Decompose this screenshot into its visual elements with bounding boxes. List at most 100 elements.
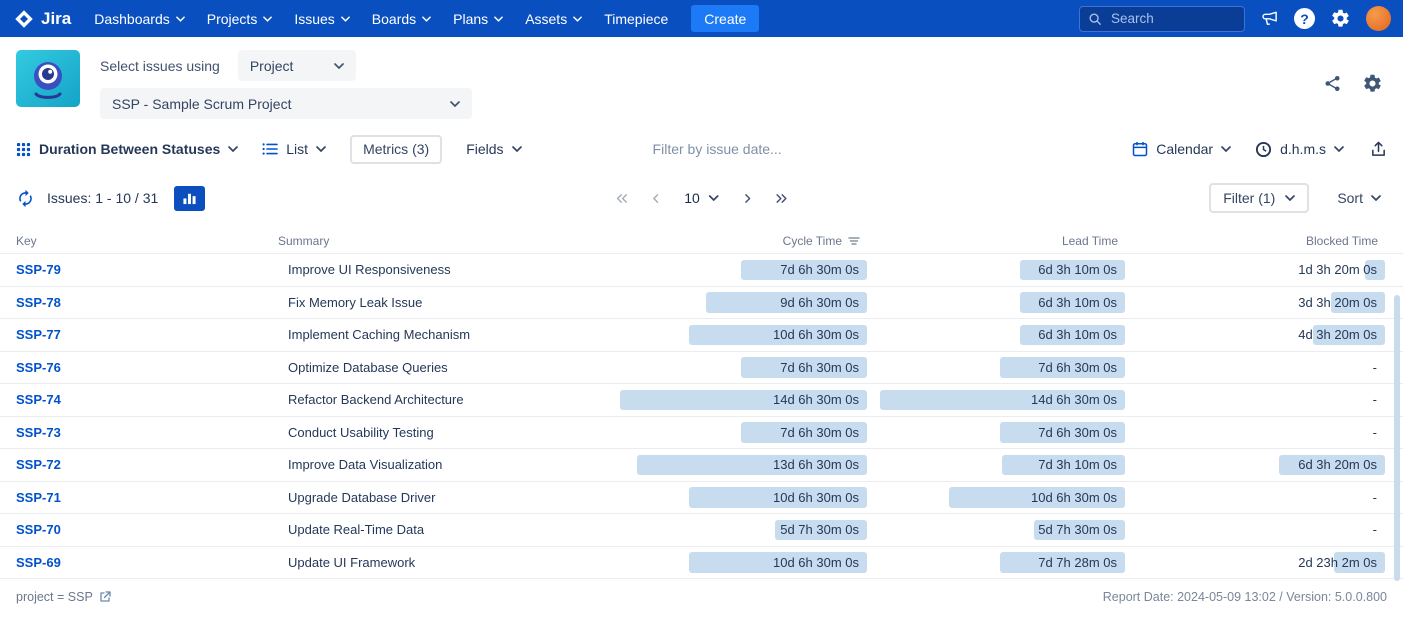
fields-dropdown[interactable]: Fields [466, 141, 521, 157]
page-size-dropdown[interactable]: 10 [678, 190, 725, 206]
page: Jira Dashboards Projects Issues Boards P… [0, 0, 1403, 621]
sort-button[interactable]: Sort [1331, 189, 1387, 207]
issue-key-link[interactable]: SSP-77 [16, 327, 61, 342]
issue-date-filter-input[interactable] [548, 140, 1107, 158]
nav-menu-item[interactable]: Issues [283, 0, 360, 37]
issue-key-link[interactable]: SSP-79 [16, 262, 61, 277]
nav-menu-item[interactable]: Dashboards [83, 0, 196, 37]
lead-time-cell: 6d 3h 10m 0s [872, 287, 1130, 319]
cycle-time-cell: 7d 6h 30m 0s [612, 352, 872, 384]
issue-key-link[interactable]: SSP-71 [16, 490, 61, 505]
jira-logo[interactable]: Jira [14, 9, 71, 29]
table-body: SSP-79 Improve UI Responsiveness 7d 6h 3… [0, 254, 1403, 579]
avatar[interactable] [1366, 6, 1391, 31]
nav-menu-item[interactable]: Assets [514, 0, 593, 37]
issue-summary: Update UI Framework [272, 555, 612, 570]
lead-time-value: 6d 3h 10m 0s [1038, 327, 1126, 342]
table-row[interactable]: SSP-70 Update Real-Time Data 5d 7h 30m 0… [0, 514, 1403, 547]
blocked-time-cell: - [1130, 417, 1390, 449]
view-label: List [286, 141, 308, 157]
chevron-down-icon [494, 16, 503, 22]
nav-menu-item[interactable]: Projects [196, 0, 284, 37]
help-button[interactable]: ? [1294, 8, 1315, 29]
project-value: SSP - Sample Scrum Project [112, 96, 291, 112]
chevron-down-icon [341, 16, 350, 22]
issue-key-link[interactable]: SSP-70 [16, 522, 61, 537]
table-row[interactable]: SSP-79 Improve UI Responsiveness 7d 6h 3… [0, 254, 1403, 287]
report-type-dropdown[interactable]: Duration Between Statuses [16, 141, 238, 157]
vertical-scrollbar[interactable] [1394, 295, 1400, 581]
column-header-cycle-time-label: Cycle Time [783, 234, 842, 248]
issue-key-link[interactable]: SSP-72 [16, 457, 61, 472]
column-header-key[interactable]: Key [0, 234, 272, 248]
cycle-time-value: 7d 6h 30m 0s [780, 262, 868, 277]
lead-time-value: 6d 3h 10m 0s [1038, 295, 1126, 310]
blocked-time-value: - [1373, 360, 1386, 375]
column-header-summary[interactable]: Summary [272, 234, 612, 248]
next-page-button[interactable] [740, 189, 757, 208]
nav-search[interactable] [1079, 6, 1245, 32]
cycle-time-value: 5d 7h 30m 0s [780, 522, 868, 537]
issue-key-link[interactable]: SSP-73 [16, 425, 61, 440]
cycle-time-cell: 10d 6h 30m 0s [612, 319, 872, 351]
lead-time-cell: 14d 6h 30m 0s [872, 384, 1130, 416]
column-header-lead-time[interactable]: Lead Time [872, 234, 1130, 248]
metrics-button[interactable]: Metrics (3) [350, 135, 442, 164]
issue-key-link[interactable]: SSP-78 [16, 295, 61, 310]
nav-menu-item[interactable]: Boards [361, 0, 442, 37]
pager: 10 [610, 189, 793, 208]
sort-label: Sort [1337, 190, 1363, 206]
report-settings-button[interactable] [1362, 73, 1383, 94]
cycle-time-cell: 5d 7h 30m 0s [612, 514, 872, 546]
jira-logo-icon [14, 9, 34, 29]
issue-summary: Optimize Database Queries [272, 360, 612, 375]
nav-item-label: Issues [294, 11, 334, 27]
chart-view-toggle-button[interactable] [174, 186, 205, 211]
table-row[interactable]: SSP-71 Upgrade Database Driver 10d 6h 30… [0, 482, 1403, 515]
column-header-blocked-time[interactable]: Blocked Time [1130, 234, 1390, 248]
project-dropdown[interactable]: SSP - Sample Scrum Project [100, 88, 472, 119]
first-page-button[interactable] [610, 189, 631, 208]
nav-menu-item[interactable]: Timepiece [593, 0, 679, 37]
nav-menu-item[interactable]: Plans [442, 0, 514, 37]
previous-page-button[interactable] [646, 189, 663, 208]
issue-source-dropdown[interactable]: Project [238, 50, 356, 81]
column-header-cycle-time[interactable]: Cycle Time [612, 234, 872, 248]
table-row[interactable]: SSP-74 Refactor Backend Architecture 14d… [0, 384, 1403, 417]
last-page-button[interactable] [772, 189, 793, 208]
issue-summary: Improve UI Responsiveness [272, 262, 612, 277]
app-logo-icon [16, 50, 80, 107]
table-row[interactable]: SSP-72 Improve Data Visualization 13d 6h… [0, 449, 1403, 482]
issue-key-link[interactable]: SSP-69 [16, 555, 61, 570]
issue-summary: Conduct Usability Testing [272, 425, 612, 440]
table-row[interactable]: SSP-78 Fix Memory Leak Issue 9d 6h 30m 0… [0, 287, 1403, 320]
export-button[interactable] [1370, 140, 1387, 158]
table-row[interactable]: SSP-73 Conduct Usability Testing 7d 6h 3… [0, 417, 1403, 450]
filter-button[interactable]: Filter (1) [1209, 183, 1309, 213]
blocked-time-cell: - [1130, 352, 1390, 384]
calendar-dropdown[interactable]: Calendar [1132, 141, 1231, 157]
view-dropdown[interactable]: List [262, 141, 326, 157]
refresh-icon [16, 189, 35, 208]
share-button[interactable] [1323, 73, 1342, 94]
chevron-down-icon [1285, 195, 1295, 201]
announcements-button[interactable] [1260, 9, 1279, 28]
issue-key-link[interactable]: SSP-76 [16, 360, 61, 375]
refresh-button[interactable] [16, 189, 35, 208]
blocked-time-value: - [1373, 522, 1386, 537]
create-button[interactable]: Create [691, 5, 759, 32]
search-input[interactable] [1109, 10, 1227, 27]
table-row[interactable]: SSP-77 Implement Caching Mechanism 10d 6… [0, 319, 1403, 352]
time-format-dropdown[interactable]: d.h.m.s [1255, 141, 1344, 158]
chevron-down-icon [263, 16, 272, 22]
external-link-icon[interactable] [99, 591, 111, 603]
table-row[interactable]: SSP-76 Optimize Database Queries 7d 6h 3… [0, 352, 1403, 385]
lead-time-cell: 6d 3h 10m 0s [872, 254, 1130, 286]
jql-query-text: project = SSP [16, 590, 93, 604]
issue-key-link[interactable]: SSP-74 [16, 392, 61, 407]
settings-button[interactable] [1330, 8, 1351, 29]
lead-time-value: 5d 7h 30m 0s [1038, 522, 1126, 537]
issues-table: Key Summary Cycle Time Lead Time Blocked… [0, 228, 1403, 579]
table-row[interactable]: SSP-69 Update UI Framework 10d 6h 30m 0s… [0, 547, 1403, 580]
gear-icon [1362, 73, 1383, 94]
